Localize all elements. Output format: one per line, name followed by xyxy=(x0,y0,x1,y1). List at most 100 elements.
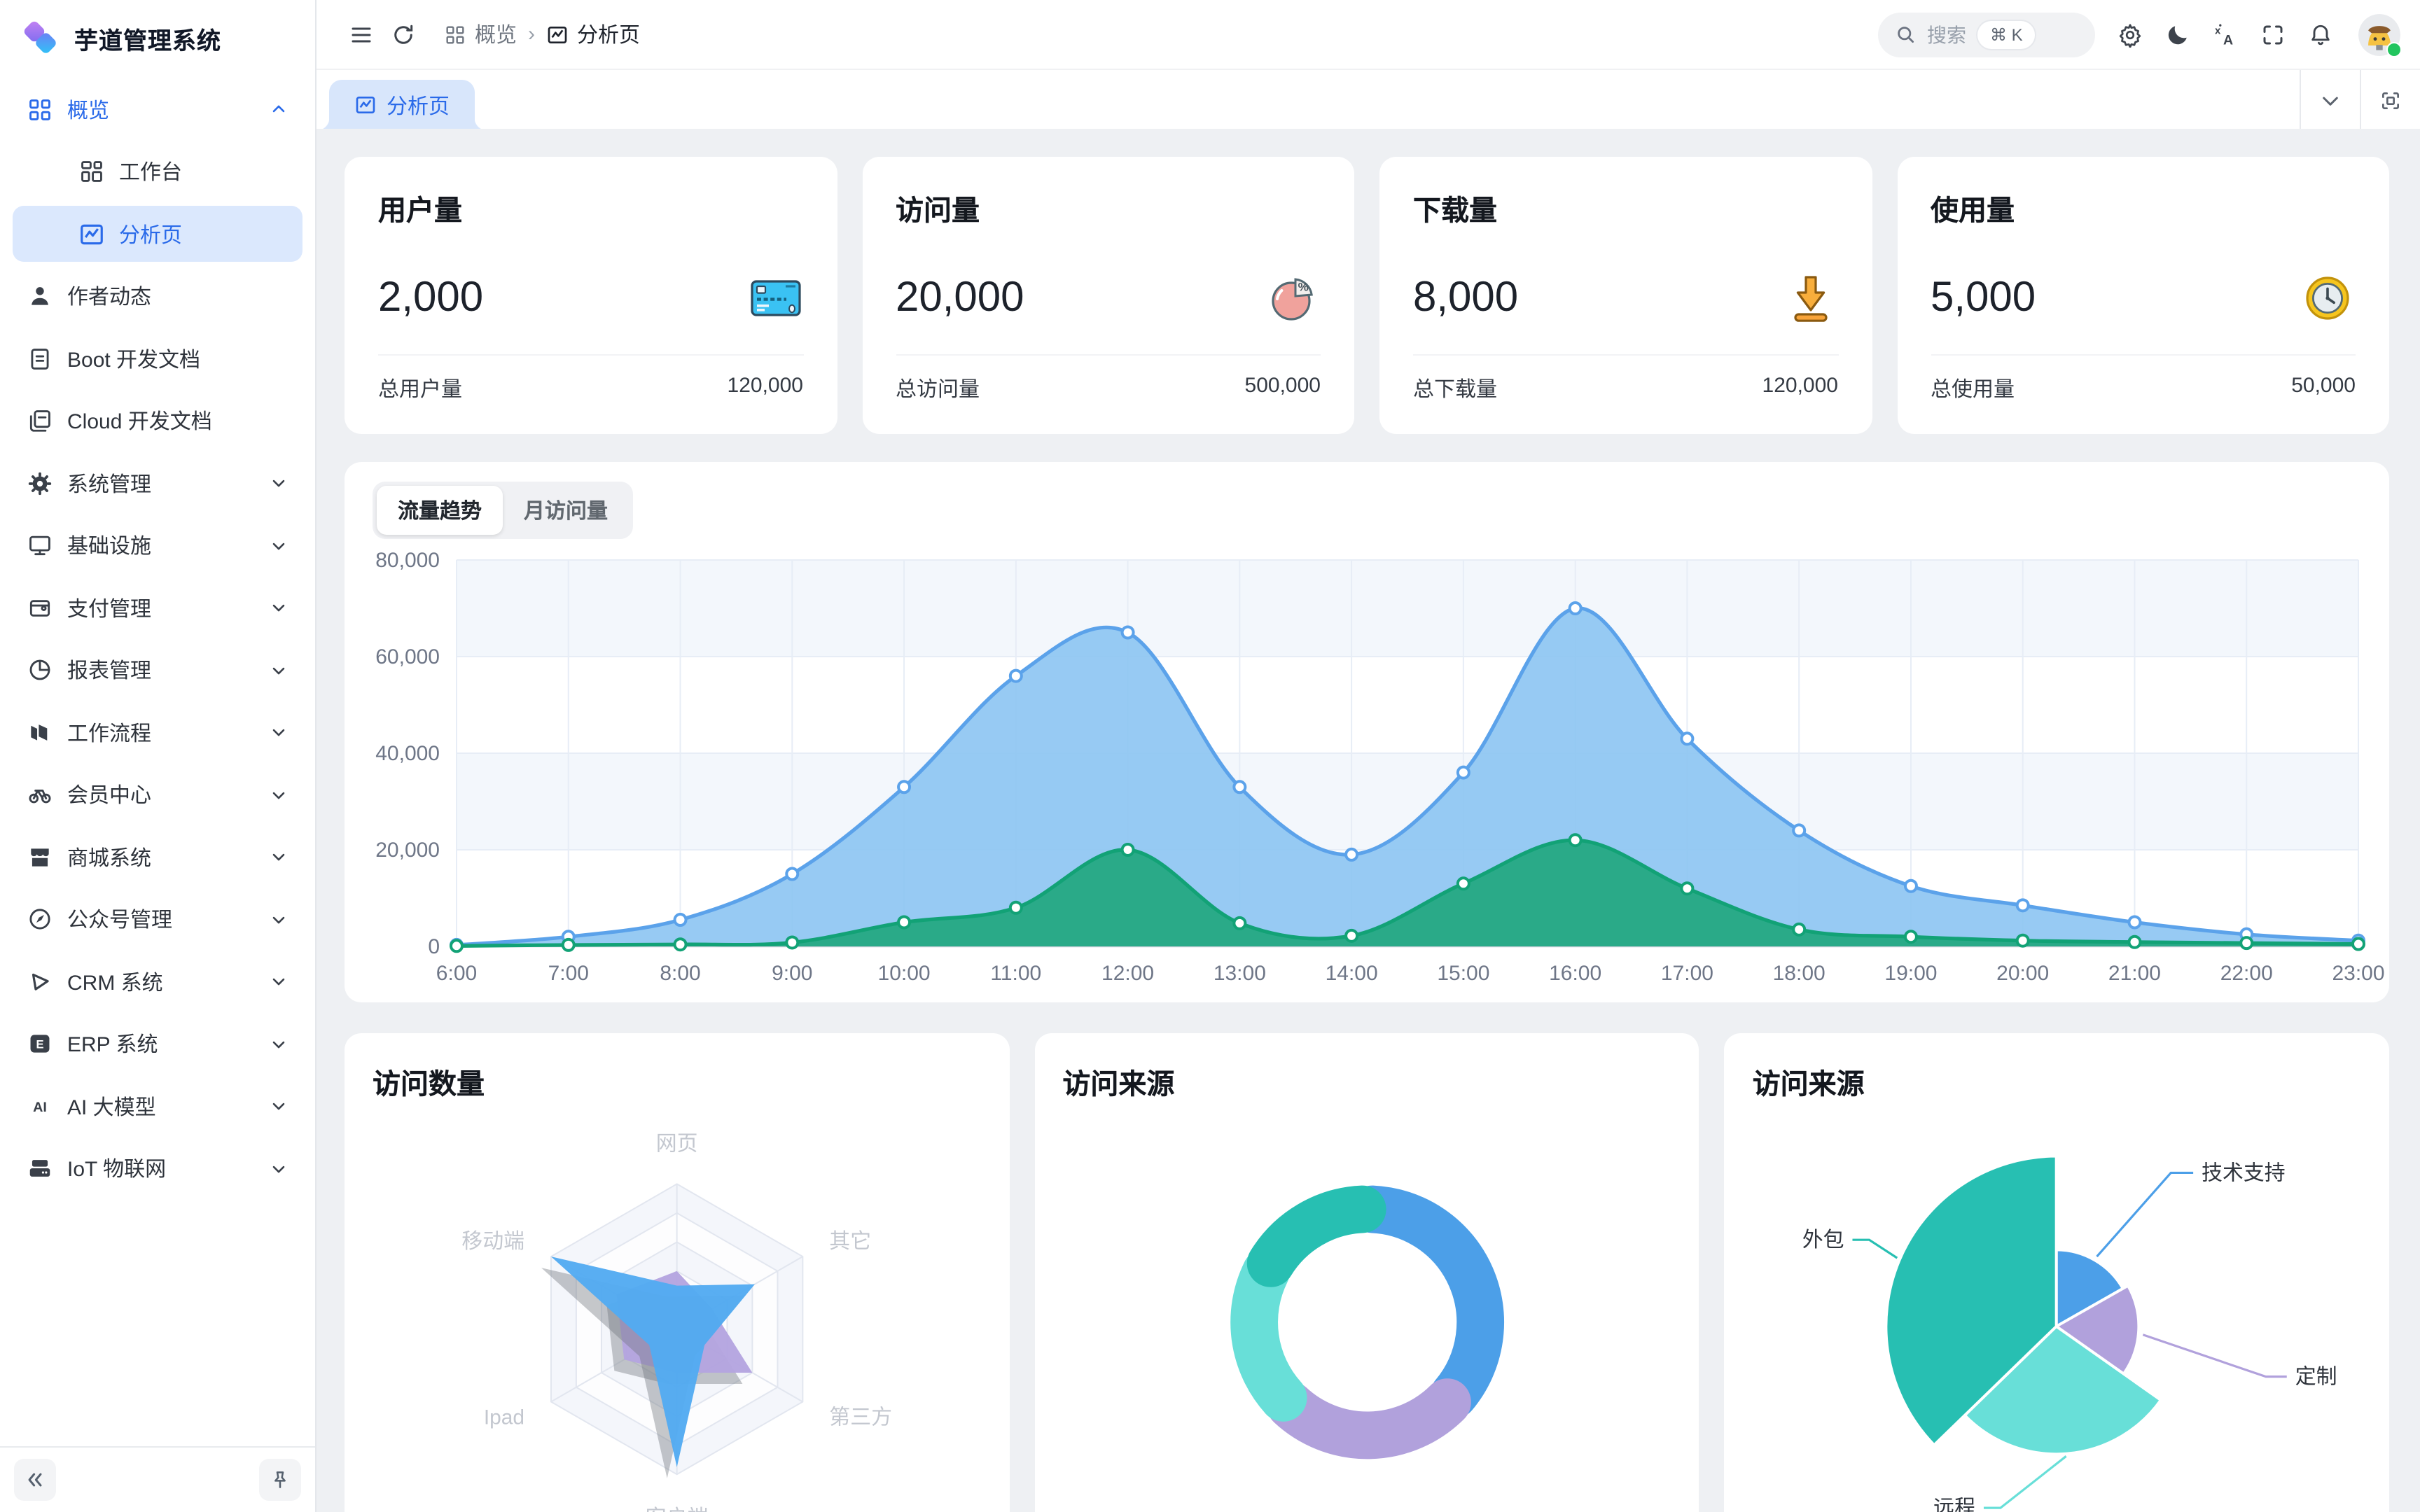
sidebar-toggle-button[interactable] xyxy=(340,13,382,55)
sidebar-item-作者动态[interactable]: 作者动态 xyxy=(13,268,302,324)
cloud-doc-icon xyxy=(27,407,53,434)
sidebar-item-基础设施[interactable]: 基础设施 xyxy=(13,517,302,573)
sidebar-item-ERP 系统[interactable]: EERP 系统 xyxy=(13,1016,302,1072)
boot-doc-icon xyxy=(27,345,53,372)
breadcrumb-label: 概览 xyxy=(475,20,517,49)
app-logo[interactable]: 芋道管理系统 xyxy=(0,0,315,76)
sidebar-collapse-button[interactable] xyxy=(14,1459,56,1501)
sidebar-pin-button[interactable] xyxy=(259,1459,301,1501)
search-icon xyxy=(1895,24,1916,45)
svg-text:14:00: 14:00 xyxy=(1326,962,1378,985)
chevron-down-icon xyxy=(269,972,288,991)
sidebar-item-公众号管理[interactable]: 公众号管理 xyxy=(13,891,302,947)
search-shortcut: ⌘ K xyxy=(1977,20,2036,48)
svg-text:15:00: 15:00 xyxy=(1437,962,1489,985)
tab-options-button[interactable] xyxy=(2300,70,2360,130)
sidebar-item-工作流程[interactable]: 工作流程 xyxy=(13,704,302,760)
breadcrumb-item-概览[interactable]: 概览 xyxy=(444,20,517,49)
sidebar-item-概览[interactable]: 概览 xyxy=(13,81,302,137)
stat-footer-value: 120,000 xyxy=(1762,374,1838,403)
sidebar: 芋道管理系统 概览工作台分析页作者动态 Boot 开发文档 Cloud 开发文档系统… xyxy=(0,0,317,1512)
sidebar-item-Cloud 开发文档[interactable]: Cloud 开发文档 xyxy=(13,393,302,449)
svg-text:其它: 其它 xyxy=(829,1230,871,1253)
breadcrumb: 概览›分析页 xyxy=(444,20,640,49)
pie-percent-icon: % xyxy=(1265,270,1321,326)
stat-footer: 总下载量120,000 xyxy=(1413,354,1838,403)
sidebar-item-label: 工作台 xyxy=(119,157,288,186)
sidebar-item-支付管理[interactable]: 支付管理 xyxy=(13,580,302,636)
chevron-up-icon xyxy=(269,99,288,119)
donut-slice-联盟广告 xyxy=(1270,1209,1362,1263)
visit-source-donut xyxy=(1034,1033,1699,1512)
sidebar-item-系统管理[interactable]: 系统管理 xyxy=(13,455,302,511)
analysis-icon xyxy=(354,94,377,116)
sidebar-item-Boot 开发文档[interactable]: Boot 开发文档 xyxy=(13,330,302,386)
breadcrumb-item-分析页[interactable]: 分析页 xyxy=(546,20,640,49)
user-avatar[interactable] xyxy=(2358,13,2400,55)
infra-monitor-icon xyxy=(27,532,53,559)
svg-text:19:00: 19:00 xyxy=(1884,962,1937,985)
analysis-icon xyxy=(546,23,569,46)
traffic-tab-流量趋势[interactable]: 流量趋势 xyxy=(377,486,503,535)
workbench-icon xyxy=(78,158,105,185)
sidebar-item-label: CRM 系统 xyxy=(67,967,255,996)
donut-slice-直接访问 xyxy=(1290,1402,1447,1435)
donut-slice-邮件营销 xyxy=(1253,1272,1282,1398)
svg-text:%: % xyxy=(1298,281,1309,294)
stat-card-下载量: 下载量8,000总下载量120,000 xyxy=(1379,157,1872,434)
tab-analysis[interactable]: 分析页 xyxy=(329,80,475,130)
sidebar-item-分析页[interactable]: 分析页 xyxy=(13,206,302,262)
pin-icon xyxy=(269,1469,291,1491)
sidebar-item-商城系统[interactable]: 商城系统 xyxy=(13,829,302,885)
chevron-down-icon xyxy=(269,1096,288,1116)
svg-text:10:00: 10:00 xyxy=(878,962,931,985)
svg-text:移动端: 移动端 xyxy=(461,1230,524,1253)
chevrons-left-icon xyxy=(24,1469,46,1491)
svg-text:80,000: 80,000 xyxy=(375,549,440,572)
chevron-down-icon xyxy=(269,847,288,867)
sidebar-item-AI 大模型[interactable]: AIAI 大模型 xyxy=(13,1078,302,1134)
sidebar-item-工作台[interactable]: 工作台 xyxy=(13,144,302,200)
sidebar-item-报表管理[interactable]: 报表管理 xyxy=(13,642,302,698)
visit-count-radar-card: 访问数量网页其它第三方客户端Ipad移动端访问趋势 xyxy=(345,1033,1009,1512)
pie-label-定制: 定制 xyxy=(2295,1366,2337,1389)
sidebar-item-CRM 系统[interactable]: CRM 系统 xyxy=(13,953,302,1009)
sidebar-menu: 概览工作台分析页作者动态 Boot 开发文档 Cloud 开发文档系统管理基础设施支… xyxy=(0,78,315,1446)
sidebar-item-label: IoT 物联网 xyxy=(67,1154,255,1183)
crm-icon xyxy=(27,968,53,995)
sidebar-item-label: 商城系统 xyxy=(67,842,255,872)
member-icon xyxy=(27,781,53,808)
stat-title: 使用量 xyxy=(1931,188,2356,228)
visit-count-radar: 网页其它第三方客户端Ipad移动端 xyxy=(345,1033,1009,1512)
svg-text:A: A xyxy=(2223,32,2233,48)
search-input[interactable]: 搜索 ⌘ K xyxy=(1878,12,2095,57)
settings-button[interactable] xyxy=(2109,13,2151,55)
language-button[interactable]: xA xyxy=(2204,13,2246,55)
svg-text:17:00: 17:00 xyxy=(1661,962,1713,985)
mall-icon xyxy=(27,844,53,870)
sidebar-item-IoT 物联网[interactable]: IoT 物联网 xyxy=(13,1140,302,1196)
sidebar-item-会员中心[interactable]: 会员中心 xyxy=(13,766,302,822)
svg-text:40,000: 40,000 xyxy=(375,742,440,765)
bell-icon xyxy=(2308,22,2333,47)
fullscreen-button[interactable] xyxy=(2252,13,2294,55)
sidebar-item-label: 工作流程 xyxy=(67,718,255,747)
stat-value: 8,000 xyxy=(1413,274,1518,322)
chevron-down-icon xyxy=(269,536,288,555)
mp-compass-icon xyxy=(27,906,53,932)
chevron-down-icon xyxy=(269,785,288,804)
svg-text:20:00: 20:00 xyxy=(1996,962,2049,985)
hamburger-icon xyxy=(349,22,374,47)
stat-footer-value: 120,000 xyxy=(728,374,803,403)
dark-mode-button[interactable] xyxy=(2157,13,2199,55)
refresh-button[interactable] xyxy=(382,13,424,55)
chevron-down-icon xyxy=(269,909,288,929)
traffic-tab-月访问量[interactable]: 月访问量 xyxy=(503,486,629,535)
notifications-button[interactable] xyxy=(2300,13,2342,55)
stat-card-用户量: 用户量2,000总用户量120,000 xyxy=(345,157,837,434)
app-root: 芋道管理系统 概览工作台分析页作者动态Boot 开发文档Cloud 开发文档系统… xyxy=(0,0,2420,1512)
sidebar-item-label: Cloud 开发文档 xyxy=(67,406,288,435)
card-title: 访问来源 xyxy=(1753,1061,1865,1102)
svg-text:E: E xyxy=(36,1037,43,1051)
content-maximize-button[interactable] xyxy=(2360,70,2420,130)
